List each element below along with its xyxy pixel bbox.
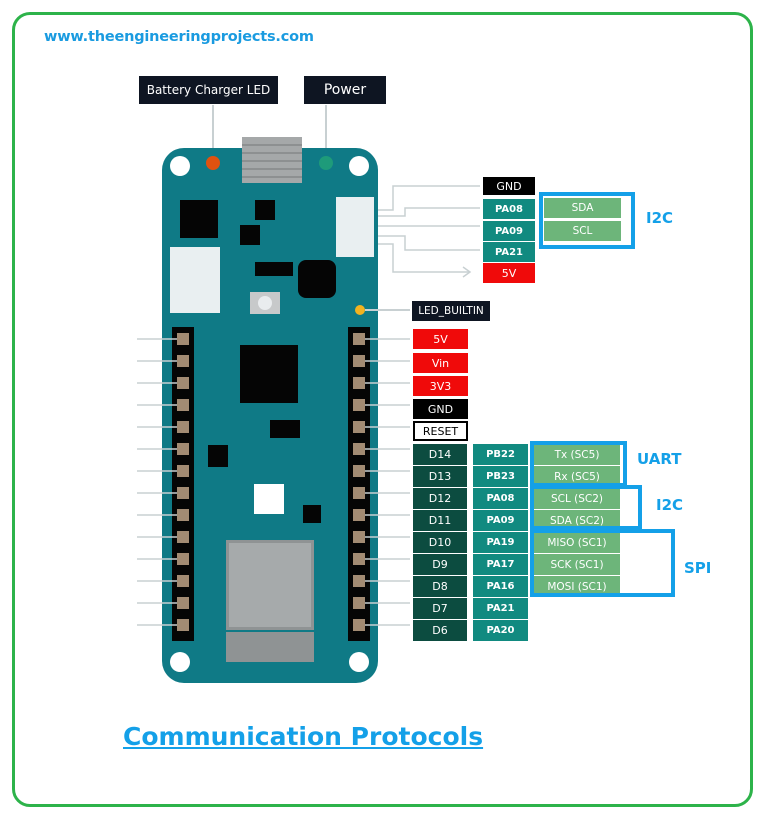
port-pin-label: PB23 <box>473 466 528 487</box>
digital-pin-label: D6 <box>413 620 467 641</box>
antenna <box>226 632 314 662</box>
caption-title: Communication Protocols <box>123 722 484 751</box>
header-sda: SDA <box>544 198 621 218</box>
header-pin <box>177 597 189 609</box>
power-pin-vin: Vin <box>413 353 468 373</box>
header-pin-pa21: PA21 <box>483 242 535 262</box>
spi-label: SPI <box>684 559 712 577</box>
power-pin-3v3: 3V3 <box>413 376 468 396</box>
mounting-hole <box>170 652 190 672</box>
header-pin <box>353 531 365 543</box>
header-pin <box>353 487 365 499</box>
board-diagram <box>137 105 480 683</box>
builtin-led <box>355 305 365 315</box>
header-i2c-label: I2C <box>646 209 674 227</box>
header-pin <box>177 399 189 411</box>
header-pin <box>353 553 365 565</box>
header-pin <box>177 531 189 543</box>
header-scl: SCL <box>544 221 621 241</box>
power-pin-gnd: GND <box>413 399 468 419</box>
mounting-hole <box>349 156 369 176</box>
power-led <box>319 156 333 170</box>
digital-pin-label: D14 <box>413 444 467 465</box>
header-connector <box>336 197 374 257</box>
spi-box <box>530 529 675 597</box>
digital-pin-label: D9 <box>413 554 467 575</box>
digital-pin-label: D11 <box>413 510 467 531</box>
uart-box <box>530 441 627 487</box>
power-label: Power <box>304 76 386 104</box>
header-pin-gnd: GND <box>483 177 535 195</box>
header-pin <box>177 443 189 455</box>
header-pin <box>353 333 365 345</box>
i2c-box <box>530 485 642 530</box>
port-pin-label: PA09 <box>473 510 528 531</box>
digital-pin-label: D8 <box>413 576 467 597</box>
header-pin <box>177 487 189 499</box>
power-pin-reset: RESET <box>413 421 468 441</box>
left-pin-header <box>172 327 194 641</box>
digital-pin-label: D10 <box>413 532 467 553</box>
battery-led <box>206 156 220 170</box>
header-pin-pa08: PA08 <box>483 199 535 219</box>
port-pin-label: PA19 <box>473 532 528 553</box>
header-pin <box>177 355 189 367</box>
header-pin <box>353 619 365 631</box>
header-pin <box>353 575 365 587</box>
battery-connector <box>170 247 220 313</box>
header-pin <box>177 619 189 631</box>
port-pin-label: PA17 <box>473 554 528 575</box>
chip <box>298 260 336 298</box>
mounting-hole <box>170 156 190 176</box>
header-pin <box>353 597 365 609</box>
header-pin <box>177 553 189 565</box>
mounting-hole <box>349 652 369 672</box>
digital-pin-label: D7 <box>413 598 467 619</box>
chip <box>180 200 218 238</box>
digital-pin-label: D13 <box>413 466 467 487</box>
port-pin-label: PA21 <box>473 598 528 619</box>
header-pin <box>177 465 189 477</box>
header-pin <box>177 421 189 433</box>
header-pin <box>353 465 365 477</box>
header-pin <box>177 377 189 389</box>
port-pin-label: PA16 <box>473 576 528 597</box>
battery-led-label: Battery Charger LED <box>139 76 278 104</box>
header-pin-pa09: PA09 <box>483 221 535 241</box>
i2c-label: I2C <box>656 496 684 514</box>
header-pin <box>177 509 189 521</box>
header-pin <box>353 509 365 521</box>
header-pin <box>353 399 365 411</box>
header-pin <box>353 443 365 455</box>
right-pin-header <box>348 327 370 641</box>
digital-pin-label: D12 <box>413 488 467 509</box>
led-builtin-label: LED_BUILTIN <box>412 301 490 321</box>
port-pin-label: PB22 <box>473 444 528 465</box>
header-pin <box>177 575 189 587</box>
power-pin-5v: 5V <box>413 329 468 349</box>
header-pin <box>353 355 365 367</box>
header-pin <box>353 377 365 389</box>
port-pin-label: PA20 <box>473 620 528 641</box>
header-pin-5v: 5V <box>483 263 535 283</box>
header-pin <box>177 333 189 345</box>
mcu-chip <box>240 345 298 403</box>
port-pin-label: PA08 <box>473 488 528 509</box>
uart-label: UART <box>637 450 682 468</box>
header-pin <box>353 421 365 433</box>
